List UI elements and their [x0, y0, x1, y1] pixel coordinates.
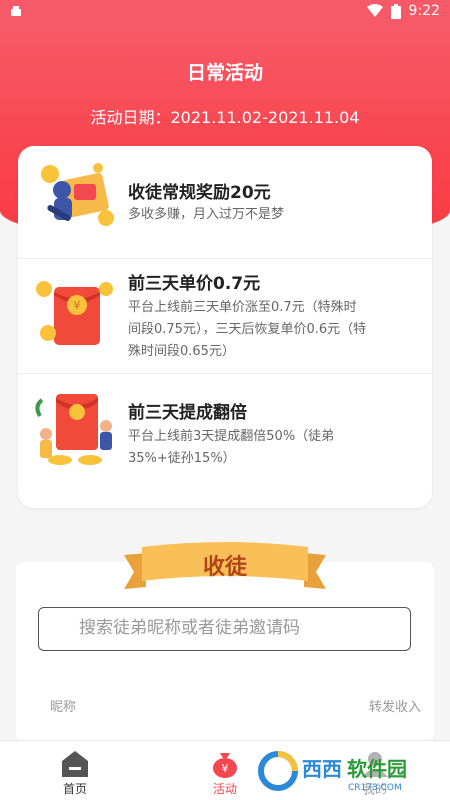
- column-header-income: 转发收入: [369, 700, 422, 715]
- activity-title: 前三天提成翻倍: [128, 403, 247, 423]
- search-box[interactable]: [38, 607, 411, 651]
- money-bag-icon: ¥: [213, 753, 237, 778]
- activity-desc: 平台上线前三天单价涨至0.7元（特殊时间段0.75元），三天后恢复单价0.6元（…: [128, 300, 367, 359]
- nav-item-home[interactable]: 首页: [35, 741, 115, 800]
- activity-item[interactable]: 收徒常规奖励20元 多收多赚，月入过万不是梦: [18, 146, 432, 258]
- activity-item[interactable]: ¥ 前三天单价0.7元 平台上线前三天单价涨至0.7元（特殊时间段0.75元），…: [18, 259, 432, 373]
- red-envelope-coins-illustration: ¥: [36, 281, 113, 345]
- recruit-banner-label: 收徒: [202, 555, 247, 580]
- column-header-nickname: 昵称: [50, 700, 77, 715]
- recruit-reward-illustration: [41, 163, 114, 226]
- android-notification-icon: [11, 6, 21, 16]
- activity-card: 收徒常规奖励20元 多收多赚，月入过万不是梦 ¥ 前三天单价0.7元 平台上线前…: [18, 146, 432, 508]
- svg-text:¥: ¥: [74, 299, 81, 312]
- search-input[interactable]: [79, 618, 359, 638]
- svg-text:软件园: 软件园: [347, 757, 407, 781]
- battery-icon: [390, 3, 401, 19]
- nav-label: 首页: [62, 782, 87, 796]
- svg-text:CR173.COM: CR173.COM: [348, 783, 402, 793]
- activity-desc: 平台上线前3天提成翻倍50%（徒弟35%+徒孙15%）: [128, 429, 335, 466]
- svg-text:¥: ¥: [222, 762, 229, 775]
- watermark-logo: 西西 软件园 CR173.COM: [252, 748, 432, 794]
- activity-title: 收徒常规奖励20元: [128, 183, 271, 203]
- page-title: 日常活动: [186, 62, 263, 84]
- activity-date: 活动日期：2021.11.02-2021.11.04: [90, 108, 360, 127]
- activity-title: 前三天单价0.7元: [128, 274, 261, 294]
- status-bar: 9:22: [0, 0, 450, 24]
- home-icon: [62, 751, 88, 777]
- status-time: 9:22: [408, 3, 440, 19]
- wifi-icon: [366, 4, 383, 17]
- activity-desc: 多收多赚，月入过万不是梦: [128, 207, 285, 222]
- celebration-red-envelope-illustration: [35, 394, 112, 465]
- activity-item[interactable]: 前三天提成翻倍 平台上线前3天提成翻倍50%（徒弟35%+徒孙15%）: [18, 374, 432, 506]
- svg-text:西西: 西西: [302, 757, 342, 781]
